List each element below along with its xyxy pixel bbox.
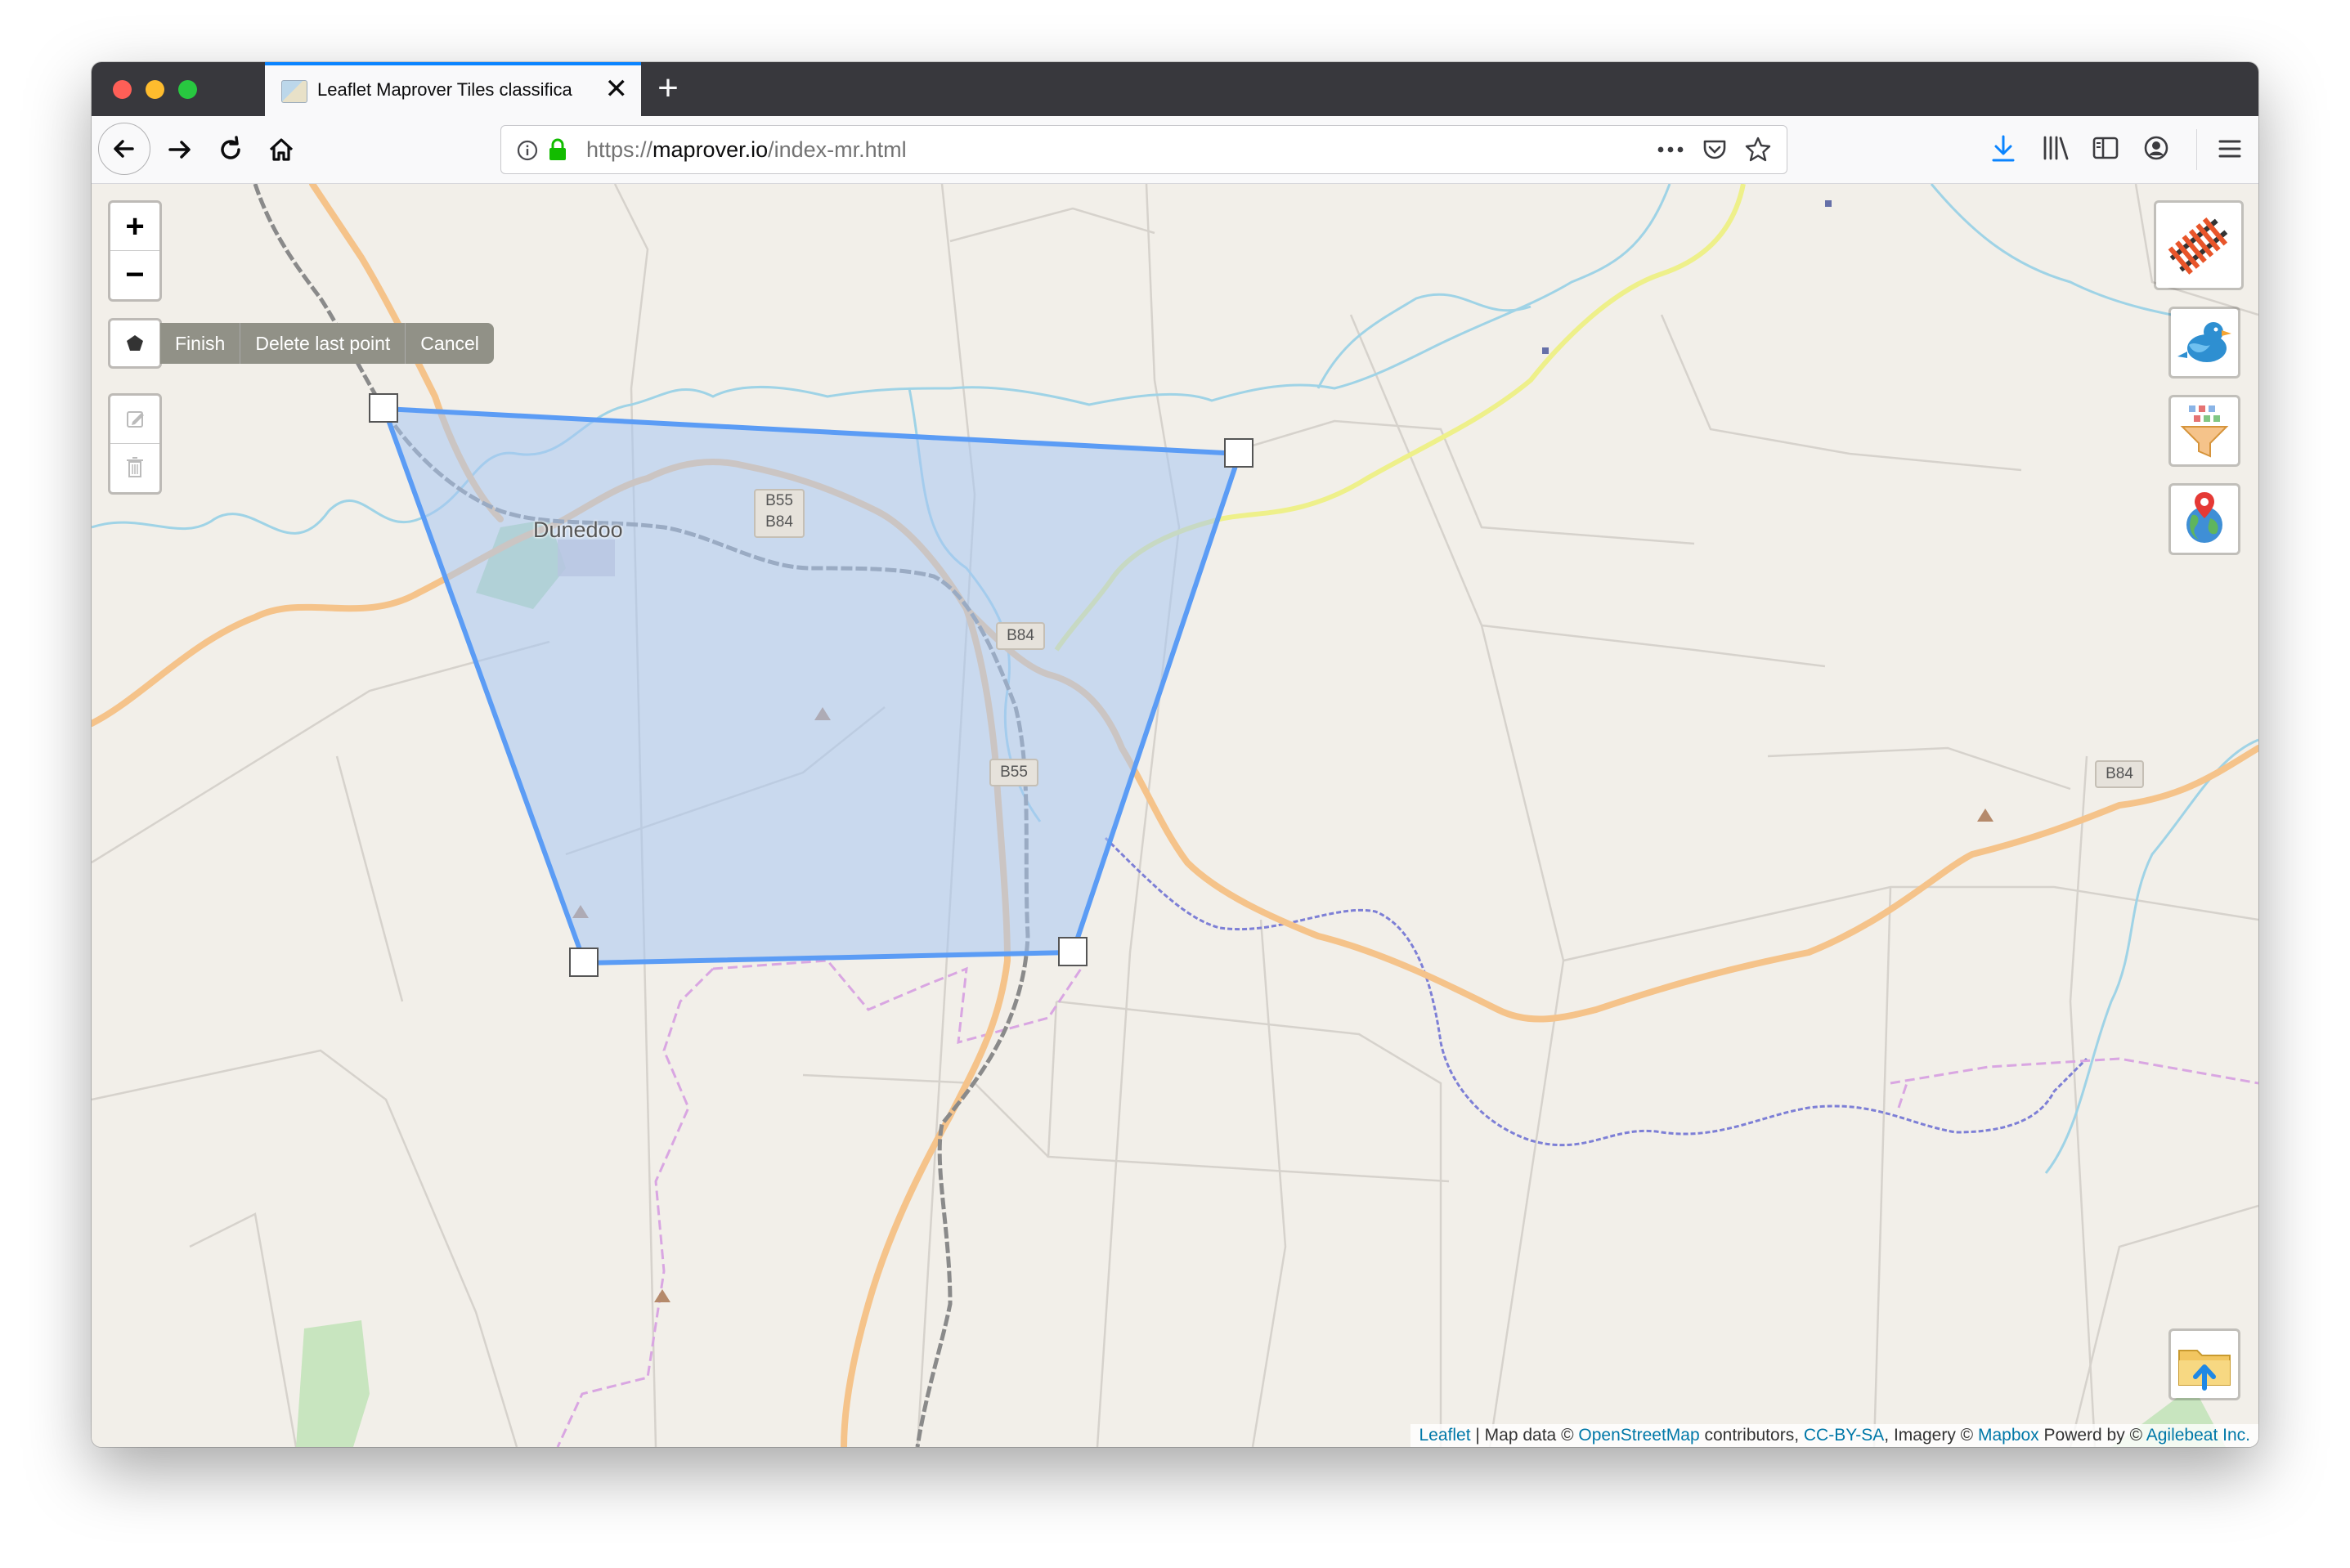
delete-layers-button[interactable] bbox=[110, 444, 159, 491]
road-shield-label: B55 bbox=[765, 492, 793, 509]
peak-marker bbox=[1977, 809, 1993, 822]
finish-button[interactable]: Finish bbox=[160, 323, 240, 364]
new-tab-button[interactable]: + bbox=[641, 62, 695, 116]
attribution-text: | Map data © bbox=[1470, 1426, 1579, 1445]
road-shield-b55: B55 bbox=[989, 759, 1038, 786]
railway-layer-button[interactable] bbox=[2154, 200, 2244, 290]
data-funnel-icon bbox=[2180, 405, 2229, 458]
folder-upload-icon bbox=[2178, 1350, 2231, 1391]
road-shield-b84: B84 bbox=[996, 622, 1045, 650]
url-host: maprover.io bbox=[653, 137, 769, 162]
upload-button[interactable] bbox=[2168, 1328, 2240, 1400]
tab-close-icon[interactable]: ✕ bbox=[605, 73, 629, 105]
agilebeat-link[interactable]: Agilebeat Inc. bbox=[2146, 1426, 2250, 1445]
draw-actions-toolbar: Finish Delete last point Cancel bbox=[160, 323, 494, 364]
polygon-vertex-handle[interactable] bbox=[569, 948, 599, 977]
road-shield-label: B84 bbox=[765, 513, 793, 531]
cc-by-sa-link[interactable]: CC-BY-SA bbox=[1804, 1426, 1884, 1445]
polygon-icon bbox=[127, 335, 143, 351]
navigation-toolbar: https://maprover.io/index-mr.html bbox=[92, 116, 2258, 184]
title-bar: Leaflet Maprover Tiles classifica ✕ + bbox=[92, 62, 2258, 116]
url-text[interactable]: https://maprover.io/index-mr.html bbox=[586, 137, 907, 163]
point-marker bbox=[1542, 347, 1549, 354]
road-shield-b55-b84: B55 B84 bbox=[754, 489, 805, 538]
twitter-layer-button[interactable] bbox=[2168, 307, 2240, 379]
browser-window: Leaflet Maprover Tiles classifica ✕ + ht… bbox=[92, 62, 2258, 1447]
forward-button[interactable] bbox=[157, 127, 203, 172]
library-icon[interactable] bbox=[2041, 134, 2070, 162]
back-button[interactable] bbox=[98, 123, 150, 175]
attribution-text: , Imagery © bbox=[1884, 1426, 1978, 1445]
zoom-control: + − bbox=[108, 200, 162, 302]
edit-toolbar bbox=[108, 393, 162, 495]
zoom-out-button[interactable]: − bbox=[110, 251, 159, 298]
tab-leaflet-maprover[interactable]: Leaflet Maprover Tiles classifica ✕ bbox=[265, 62, 641, 116]
mapbox-link[interactable]: Mapbox bbox=[1978, 1426, 2039, 1445]
arrow-left-icon bbox=[114, 140, 134, 158]
property-boundaries bbox=[92, 184, 2258, 1447]
polygon-vertex-handle[interactable] bbox=[369, 393, 398, 423]
polygon-vertex-handle[interactable] bbox=[1058, 937, 1088, 966]
map-attribution: Leaflet | Map data © OpenStreetMap contr… bbox=[1410, 1424, 2258, 1447]
minimize-window-button[interactable] bbox=[146, 80, 164, 99]
leaflet-link[interactable]: Leaflet bbox=[1419, 1426, 1470, 1445]
trash-icon bbox=[127, 457, 143, 477]
url-path: /index-mr.html bbox=[768, 137, 907, 162]
map-canvas[interactable]: B55 B84 B84 B55 B84 Dunedoo + − Finish D… bbox=[92, 184, 2258, 1447]
place-label-dunedoo: Dunedoo bbox=[533, 517, 623, 542]
attribution-text: contributors, bbox=[1699, 1426, 1804, 1445]
attribution-text: Powerd by © bbox=[2038, 1426, 2146, 1445]
bookmark-star-icon[interactable] bbox=[1744, 136, 1772, 162]
delete-last-point-button[interactable]: Delete last point bbox=[240, 323, 405, 364]
hamburger-menu-icon[interactable] bbox=[2218, 137, 2242, 160]
point-marker bbox=[1825, 200, 1832, 207]
major-roads bbox=[92, 184, 2258, 1447]
geo-search-button[interactable] bbox=[2168, 483, 2240, 555]
close-window-button[interactable] bbox=[113, 80, 132, 99]
reload-button[interactable] bbox=[208, 127, 253, 172]
info-icon[interactable] bbox=[516, 139, 539, 162]
url-scheme: https:// bbox=[586, 137, 653, 162]
tab-title: Leaflet Maprover Tiles classifica bbox=[317, 79, 572, 100]
download-icon[interactable] bbox=[1990, 134, 2016, 164]
data-filter-button[interactable] bbox=[2168, 395, 2240, 467]
account-icon[interactable] bbox=[2142, 134, 2170, 162]
url-bar[interactable]: https://maprover.io/index-mr.html bbox=[500, 125, 1787, 174]
page-actions-icon[interactable] bbox=[1656, 142, 1685, 157]
draw-polygon-button[interactable] bbox=[108, 318, 162, 369]
map-tiles bbox=[92, 184, 2258, 1447]
globe-pin-icon bbox=[2186, 492, 2222, 543]
arrow-right-icon bbox=[168, 141, 191, 159]
twitter-bird-icon bbox=[2177, 322, 2231, 362]
home-icon bbox=[269, 138, 294, 161]
admin-boundaries bbox=[556, 959, 2258, 1447]
tab-favicon-icon bbox=[281, 80, 307, 103]
sidebar-icon[interactable] bbox=[2092, 136, 2119, 160]
reload-icon bbox=[221, 136, 240, 159]
drawn-polygon bbox=[382, 406, 1242, 965]
edit-icon bbox=[127, 411, 144, 428]
maximize-window-button[interactable] bbox=[178, 80, 197, 99]
park-area bbox=[296, 1320, 370, 1447]
lock-icon bbox=[549, 138, 566, 160]
edit-layers-button[interactable] bbox=[110, 396, 159, 444]
home-button[interactable] bbox=[258, 127, 304, 172]
toolbar-divider bbox=[2196, 129, 2197, 170]
zoom-in-button[interactable]: + bbox=[110, 203, 159, 251]
road-shield-b84-east: B84 bbox=[2095, 760, 2144, 788]
openstreetmap-link[interactable]: OpenStreetMap bbox=[1578, 1426, 1699, 1445]
polygon-vertex-handle[interactable] bbox=[1224, 438, 1253, 468]
cancel-drawing-button[interactable]: Cancel bbox=[405, 323, 494, 364]
peak-marker bbox=[654, 1289, 670, 1302]
pocket-icon[interactable] bbox=[1702, 137, 1728, 162]
railway-tiles-icon bbox=[2168, 217, 2228, 275]
creek-line bbox=[1104, 836, 2088, 1147]
